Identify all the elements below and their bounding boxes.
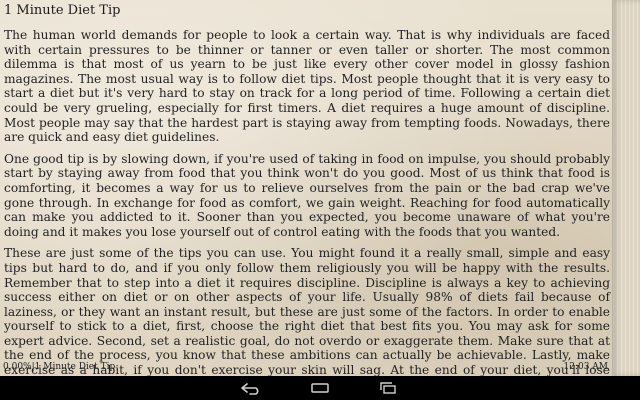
clock: 12:03 AM [563,362,608,372]
paragraph: These are just some of the tips you can … [4,246,610,376]
book-title: 1 Minute Diet Tip [4,3,121,18]
home-button[interactable] [307,379,333,397]
back-button[interactable] [239,379,265,397]
recent-apps-button[interactable] [375,379,401,397]
home-icon [311,383,329,393]
paragraph: The human world demands for people to lo… [4,28,610,145]
reading-progress: 0.00%|1 Minute Diet Tip [3,362,115,372]
back-icon [241,383,259,395]
recent-apps-icon [380,382,396,394]
book-text: The human world demands for people to lo… [4,28,610,376]
paragraph: One good tip is by slowing down, if you'… [4,151,610,239]
progress-percent: 0.00% [3,362,32,372]
page-stack-edge [612,0,640,376]
navigation-bar [0,376,640,400]
reader-page[interactable]: 1 Minute Diet Tip The human world demand… [0,0,640,376]
footer-book-name: 1 Minute Diet Tip [34,362,116,372]
